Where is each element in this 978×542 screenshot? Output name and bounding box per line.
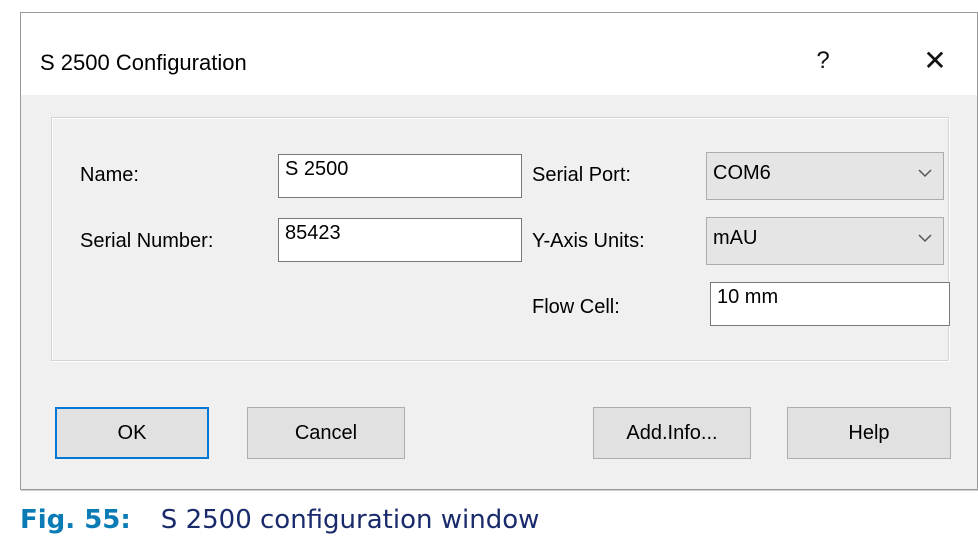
- figure-caption-text: S 2500 configuration window: [160, 505, 540, 535]
- dialog-title: S 2500 Configuration: [40, 50, 247, 75]
- chevron-down-icon: [918, 169, 932, 178]
- flow-cell-label: Flow Cell:: [532, 296, 620, 318]
- cancel-button[interactable]: Cancel: [247, 407, 405, 459]
- chevron-down-icon: [918, 234, 932, 243]
- configuration-dialog: S 2500 Configuration ? ✕ Name: S 2500 Se…: [20, 12, 978, 490]
- close-icon[interactable]: ✕: [915, 43, 955, 79]
- help-button[interactable]: Help: [787, 407, 951, 459]
- serial-number-field[interactable]: 85423: [278, 218, 522, 262]
- figure-caption: Fig. 55: S 2500 configuration window: [20, 505, 539, 535]
- y-axis-units-select[interactable]: mAU: [706, 217, 944, 265]
- help-icon[interactable]: ?: [803, 43, 843, 79]
- add-info-button[interactable]: Add.Info...: [593, 407, 751, 459]
- name-field[interactable]: S 2500: [278, 154, 522, 198]
- settings-group: Name: S 2500 Serial Number: 85423 Serial…: [51, 117, 950, 361]
- figure-number: Fig. 55:: [20, 505, 131, 535]
- serial-port-select[interactable]: COM6: [706, 152, 944, 200]
- serial-port-label: Serial Port:: [532, 164, 631, 186]
- serial-number-label: Serial Number:: [80, 230, 214, 252]
- name-label: Name:: [80, 164, 139, 186]
- serial-port-value: COM6: [713, 162, 771, 184]
- flow-cell-field[interactable]: 10 mm: [710, 282, 950, 326]
- ok-button[interactable]: OK: [55, 407, 209, 459]
- y-axis-units-label: Y-Axis Units:: [532, 230, 645, 252]
- y-axis-units-value: mAU: [713, 227, 758, 249]
- title-bar[interactable]: S 2500 Configuration ? ✕: [21, 13, 977, 95]
